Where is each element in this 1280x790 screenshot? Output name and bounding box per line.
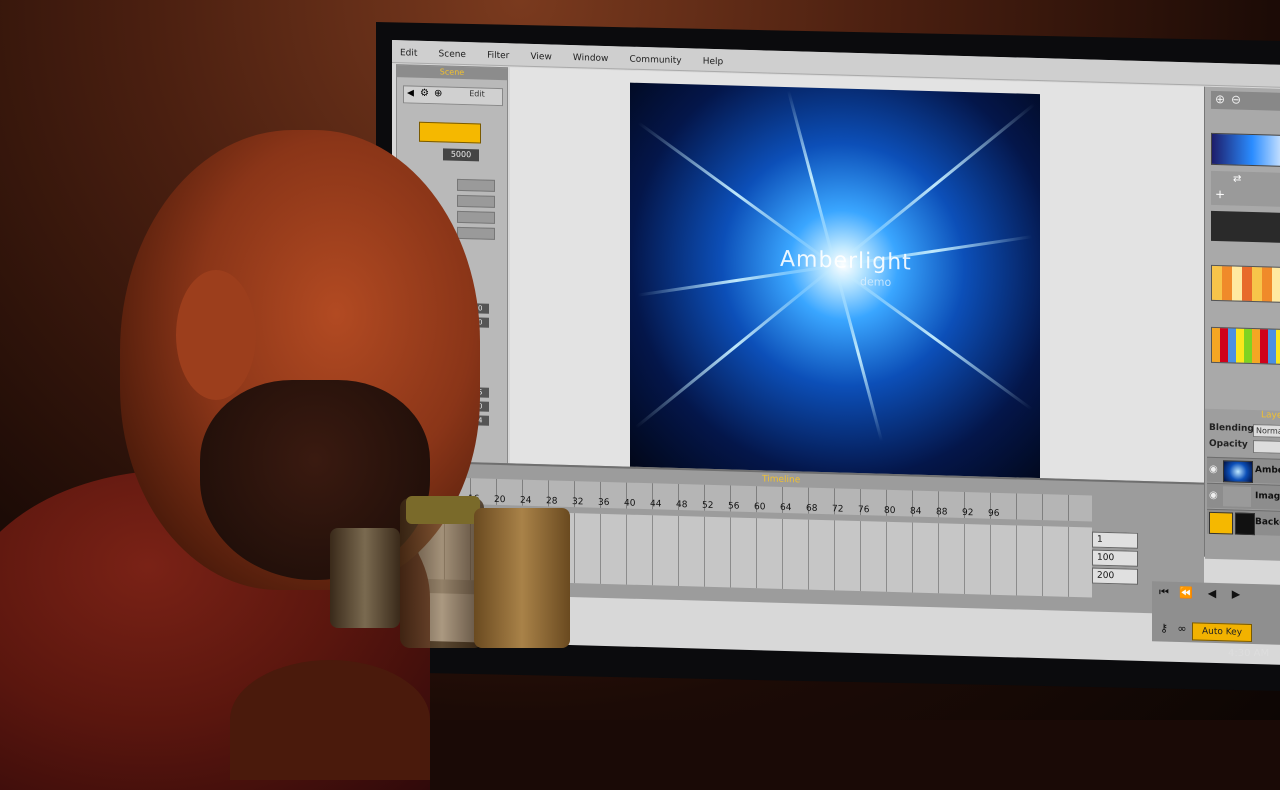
layers-panel: Layers Blending Normal Opacity ◉ Amberli… bbox=[1205, 408, 1280, 562]
artwork-canvas[interactable]: Amberlight demo bbox=[630, 82, 1040, 487]
menu-item-edit[interactable]: Edit bbox=[392, 44, 425, 59]
zoom-controls: ⊕ ⊖ bbox=[1211, 90, 1280, 112]
timeline-tick-label: 60 bbox=[754, 502, 766, 513]
end-frame-field[interactable]: 200 bbox=[1092, 567, 1138, 585]
menu-item-community[interactable]: Community bbox=[622, 50, 690, 66]
timeline-tick-label: 84 bbox=[910, 506, 922, 517]
light-streak bbox=[637, 121, 836, 268]
gradient-preview[interactable] bbox=[1211, 132, 1280, 168]
timeline-tick-label: 92 bbox=[962, 507, 974, 519]
timeline-tick-label: 56 bbox=[728, 501, 740, 512]
palette-swatches[interactable] bbox=[1211, 326, 1280, 366]
layer-name: Image bbox=[1255, 491, 1280, 502]
artwork-subtitle: demo bbox=[860, 275, 892, 289]
light-streak bbox=[834, 103, 1036, 268]
prev-frame-icon[interactable]: ⏪ bbox=[1178, 586, 1194, 600]
layer-row[interactable]: ◉ Amberlight bbox=[1207, 456, 1280, 485]
timeline-tick-label: 88 bbox=[936, 507, 948, 518]
layer-thumbnail bbox=[1223, 486, 1251, 507]
start-frame-field[interactable]: 1 bbox=[1092, 531, 1138, 549]
layers-panel-title: Layers bbox=[1261, 410, 1280, 422]
artwork-title: Amberlight bbox=[780, 246, 912, 276]
timeline-title: Timeline bbox=[762, 474, 801, 486]
link-icon[interactable]: ∞ bbox=[1174, 622, 1190, 636]
timeline-tick-label: 40 bbox=[624, 498, 636, 509]
zoom-out-icon[interactable]: ⊖ bbox=[1231, 92, 1241, 106]
zoom-in-icon[interactable]: ⊕ bbox=[1215, 92, 1225, 106]
opacity-slider[interactable] bbox=[1253, 440, 1280, 455]
opacity-label: Opacity bbox=[1209, 438, 1248, 450]
person-arm bbox=[230, 660, 430, 780]
timeline-tick-label: 52 bbox=[702, 500, 714, 511]
timeline-tick-label: 72 bbox=[832, 504, 844, 515]
timeline-tick-label: 36 bbox=[598, 497, 610, 509]
drink-can bbox=[330, 528, 400, 628]
key-icon[interactable]: ⚷ bbox=[1156, 621, 1172, 635]
light-streak bbox=[833, 265, 884, 442]
right-panel: ⊕ ⊖ + ⇄ Layers Blending Normal Opacity ◉… bbox=[1204, 86, 1280, 562]
menu-item-view[interactable]: View bbox=[522, 48, 559, 63]
menu-item-help[interactable]: Help bbox=[695, 52, 732, 68]
palette-swatches[interactable] bbox=[1211, 264, 1280, 304]
jar-lid bbox=[406, 496, 480, 524]
layer-name: Background bbox=[1255, 517, 1280, 529]
shuffle-icon[interactable]: ⇄ bbox=[1233, 173, 1241, 184]
gradient-tools: + ⇄ bbox=[1211, 170, 1280, 208]
timeline-tick-label: 44 bbox=[650, 499, 662, 510]
timeline-tick-label: 80 bbox=[884, 505, 896, 517]
menu-item-window[interactable]: Window bbox=[565, 49, 617, 64]
timeline-tick-label: 24 bbox=[520, 495, 532, 506]
blending-label: Blending bbox=[1209, 422, 1254, 435]
timeline-tick-label: 28 bbox=[546, 496, 558, 507]
menu-item-scene[interactable]: Scene bbox=[431, 45, 474, 60]
timeline-tick-label: 76 bbox=[858, 505, 870, 516]
playback-controls: ⏮ ⏪ ◀ ▶ ⚷ ∞ Auto Key bbox=[1152, 581, 1280, 646]
current-frame-field[interactable]: 100 bbox=[1092, 549, 1138, 567]
play-icon[interactable]: ▶ bbox=[1228, 587, 1244, 601]
eye-icon[interactable]: ◉ bbox=[1209, 464, 1221, 476]
layer-thumbnail bbox=[1223, 460, 1253, 484]
rewind-icon[interactable]: ◀ bbox=[1204, 587, 1220, 601]
layer-row[interactable]: ◉ Image bbox=[1207, 482, 1280, 511]
auto-key-button[interactable]: Auto Key bbox=[1192, 622, 1252, 643]
timeline-tick-label: 68 bbox=[806, 503, 818, 514]
layer-thumbnail bbox=[1235, 512, 1255, 536]
timeline-tick-label: 96 bbox=[988, 508, 1000, 519]
eye-icon[interactable]: ◉ bbox=[1209, 490, 1221, 502]
timeline-tick-label: 48 bbox=[676, 499, 688, 511]
person-ear bbox=[176, 270, 256, 400]
coffee-mug bbox=[474, 508, 570, 648]
add-icon[interactable]: + bbox=[1215, 187, 1225, 201]
color-preview[interactable] bbox=[1211, 210, 1280, 244]
taskbar-clock: 4:30 AM bbox=[1228, 648, 1270, 659]
blending-select[interactable]: Normal bbox=[1253, 424, 1280, 439]
skip-start-icon[interactable]: ⏮ bbox=[1156, 585, 1172, 599]
timeline-tick-label: 64 bbox=[780, 502, 792, 514]
layer-name: Amberlight bbox=[1255, 465, 1280, 477]
light-streak bbox=[786, 90, 837, 267]
layer-color-swatch[interactable] bbox=[1209, 511, 1233, 535]
layer-row[interactable]: Background bbox=[1207, 508, 1280, 537]
timeline-tick-label: 32 bbox=[572, 497, 584, 508]
